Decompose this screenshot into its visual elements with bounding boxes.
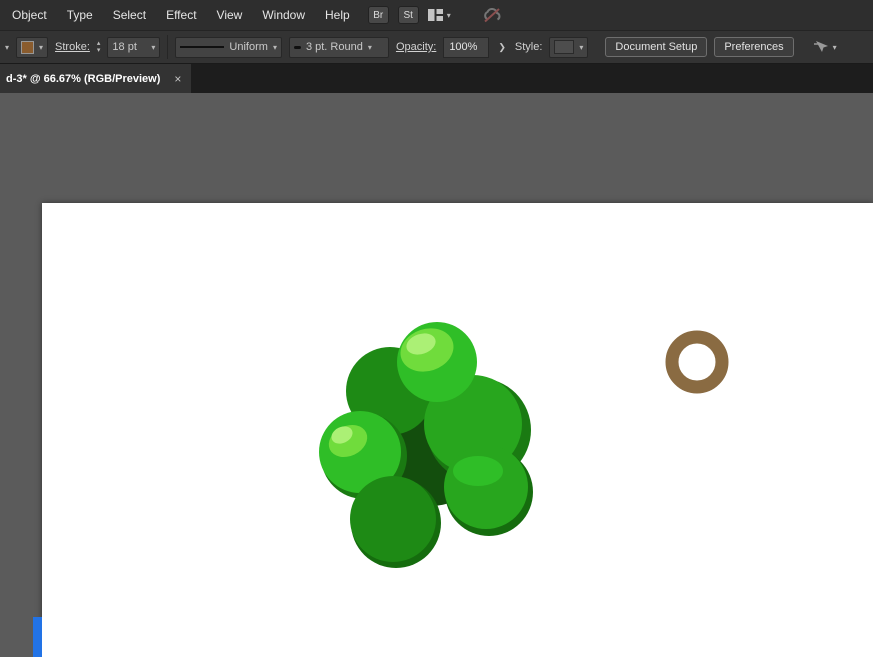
menu-select[interactable]: Select xyxy=(103,0,156,30)
preferences-button[interactable]: Preferences xyxy=(714,37,794,57)
menu-bar-icons: Br St ▾ xyxy=(367,6,502,24)
chevron-down-icon: ▾ xyxy=(446,10,451,20)
isolate-selection-button[interactable]: ▾ xyxy=(813,40,837,54)
graphic-style-swatch xyxy=(554,40,575,54)
menu-bar: Object Type Select Effect View Window He… xyxy=(0,0,873,30)
brown-ring-shape[interactable] xyxy=(665,330,729,394)
width-profile-value: Uniform xyxy=(229,41,268,53)
chevron-down-icon: ▾ xyxy=(367,42,372,52)
fill-color-swatch xyxy=(21,40,35,54)
blue-rect-shape[interactable] xyxy=(33,617,42,657)
menu-object[interactable]: Object xyxy=(2,0,57,30)
stepper-down-icon[interactable]: ▾ xyxy=(97,47,101,54)
artwork-layer xyxy=(319,322,729,568)
opacity-input[interactable]: 100% xyxy=(443,36,490,58)
broccoli-ball[interactable] xyxy=(350,476,436,562)
brush-definition-dropdown[interactable]: 3 pt. Round ▾ xyxy=(288,36,389,58)
menu-type[interactable]: Type xyxy=(57,0,103,30)
artboard[interactable] xyxy=(42,203,873,657)
opacity-label[interactable]: Opacity: xyxy=(396,41,436,53)
arrange-documents-button[interactable]: ▾ xyxy=(427,9,451,21)
chevron-down-icon: ▾ xyxy=(151,42,156,52)
control-bar: ▾ ▾ Stroke: ▴ ▾ 18 pt ▾ Uniform ▾ 3 pt. … xyxy=(0,30,873,64)
bridge-icon[interactable]: Br xyxy=(367,6,389,24)
stroke-weight-stepper[interactable]: ▴ ▾ xyxy=(97,40,101,54)
share-disabled-button[interactable] xyxy=(482,7,502,23)
stepper-up-icon[interactable]: ▴ xyxy=(97,40,101,47)
menu-effect[interactable]: Effect xyxy=(156,0,206,30)
menu-help[interactable]: Help xyxy=(315,0,360,30)
chevron-right-icon[interactable]: ❯ xyxy=(496,42,508,53)
chevron-down-icon[interactable]: ▾ xyxy=(5,43,9,52)
menu-window[interactable]: Window xyxy=(252,0,315,30)
stroke-weight-value: 18 pt xyxy=(112,41,137,53)
brush-name: 3 pt. Round xyxy=(305,41,363,53)
document-tab-title: d-3* @ 66.67% (RGB/Preview) xyxy=(6,72,161,85)
share-offline-icon xyxy=(483,7,501,22)
stroke-label[interactable]: Stroke: xyxy=(55,41,90,53)
document-tab-bar: d-3* @ 66.67% (RGB/Preview) × xyxy=(0,64,873,93)
graphic-style-dropdown[interactable]: ▾ xyxy=(549,36,589,58)
chevron-down-icon: ▾ xyxy=(832,42,837,52)
chevron-down-icon: ▾ xyxy=(39,42,44,52)
style-label: Style: xyxy=(514,41,543,53)
document-setup-button[interactable]: Document Setup xyxy=(605,37,708,57)
brush-preview xyxy=(293,45,301,49)
width-profile-dropdown[interactable]: Uniform ▾ xyxy=(175,36,282,58)
width-profile-preview xyxy=(180,46,225,48)
broccoli-shape[interactable] xyxy=(319,322,533,568)
separator xyxy=(167,35,169,59)
canvas[interactable] xyxy=(0,93,873,657)
tab-close-icon[interactable]: × xyxy=(174,72,181,86)
arrange-documents-icon xyxy=(427,9,443,21)
stock-icon[interactable]: St xyxy=(397,6,419,24)
chevron-down-icon: ▾ xyxy=(579,42,584,52)
stroke-weight-combobox[interactable]: 18 pt ▾ xyxy=(107,36,161,58)
menu-view[interactable]: View xyxy=(207,0,253,30)
pointer-icon xyxy=(813,41,828,52)
fill-color-picker[interactable]: ▾ xyxy=(16,36,49,58)
document-tab[interactable]: d-3* @ 66.67% (RGB/Preview) × xyxy=(0,64,192,93)
chevron-down-icon: ▾ xyxy=(272,42,277,52)
ball-highlight xyxy=(453,456,503,486)
